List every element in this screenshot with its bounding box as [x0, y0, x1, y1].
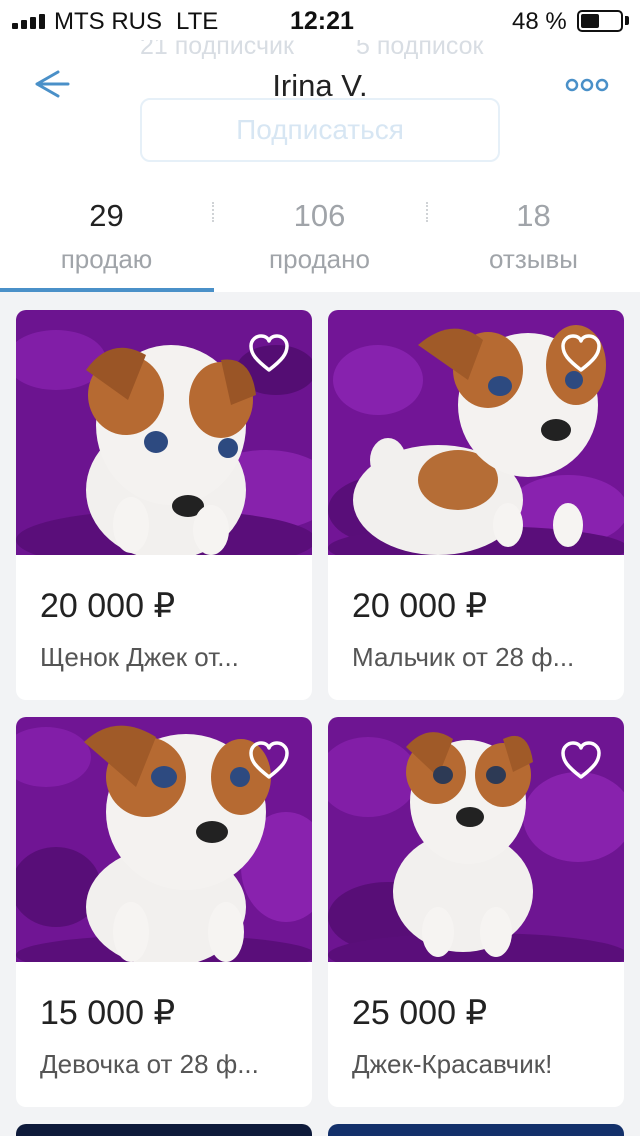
battery-icon: [577, 10, 623, 32]
profile-header: 21 подписчик 5 подписок Irina V. Подписа…: [0, 0, 640, 292]
listing-title: Щенок Джек от...: [40, 642, 239, 672]
tab-reviews[interactable]: 18 отзывы: [427, 188, 640, 292]
listing-card[interactable]: [16, 1124, 312, 1136]
more-button[interactable]: [562, 70, 612, 100]
tab-count: 29: [89, 198, 124, 233]
listing-title: Девочка от 28 ф...: [40, 1049, 259, 1079]
subscribe-button[interactable]: Подписаться: [140, 98, 500, 162]
profile-tabs: 29 продаю 106 продано 18 отзывы: [0, 188, 640, 292]
listing-price: 20 000 ₽: [40, 587, 176, 625]
tab-count: 18: [516, 198, 551, 233]
carrier-name: MTS RUS: [54, 8, 162, 35]
listing-price: 25 000 ₽: [352, 994, 488, 1032]
heart-outline-icon: [249, 741, 289, 779]
favorite-button[interactable]: [560, 741, 602, 781]
tab-selling[interactable]: 29 продаю: [0, 188, 213, 292]
listing-card[interactable]: 25 000 ₽ Джек-Красавчик!: [328, 717, 624, 1107]
listings-grid: 20 000 ₽ Щенок Джек от... 20 000 ₽ Мальч…: [0, 292, 640, 1136]
listing-card[interactable]: 20 000 ₽ Мальчик от 28 ф...: [328, 310, 624, 700]
favorite-button[interactable]: [560, 334, 602, 374]
tab-label: отзывы: [489, 244, 578, 274]
heart-outline-icon: [561, 334, 601, 372]
battery-nub: [625, 16, 629, 25]
listing-title: Джек-Красавчик!: [352, 1049, 553, 1079]
listing-price: 15 000 ₽: [40, 994, 176, 1032]
battery-level: [581, 14, 599, 28]
status-bar: MTS RUS LTE 12:21 48 %: [0, 0, 640, 40]
network-type: LTE: [176, 8, 219, 35]
listing-card[interactable]: 15 000 ₽ Девочка от 28 ф...: [16, 717, 312, 1107]
favorite-button[interactable]: [248, 741, 290, 781]
heart-outline-icon: [561, 741, 601, 779]
tab-label: продано: [269, 244, 370, 274]
listing-card[interactable]: 20 000 ₽ Щенок Джек от...: [16, 310, 312, 700]
clock: 12:21: [290, 7, 354, 35]
tab-label: продаю: [60, 244, 153, 274]
signal-icon: [12, 13, 46, 29]
listing-title: Мальчик от 28 ф...: [352, 642, 575, 672]
tab-count: 106: [293, 198, 346, 233]
battery-percent: 48 %: [512, 8, 567, 35]
listing-price: 20 000 ₽: [352, 587, 488, 625]
more-dots-icon: [565, 78, 609, 92]
heart-outline-icon: [249, 334, 289, 372]
tab-sold[interactable]: 106 продано: [213, 188, 426, 292]
favorite-button[interactable]: [248, 334, 290, 374]
listing-card[interactable]: [328, 1124, 624, 1136]
